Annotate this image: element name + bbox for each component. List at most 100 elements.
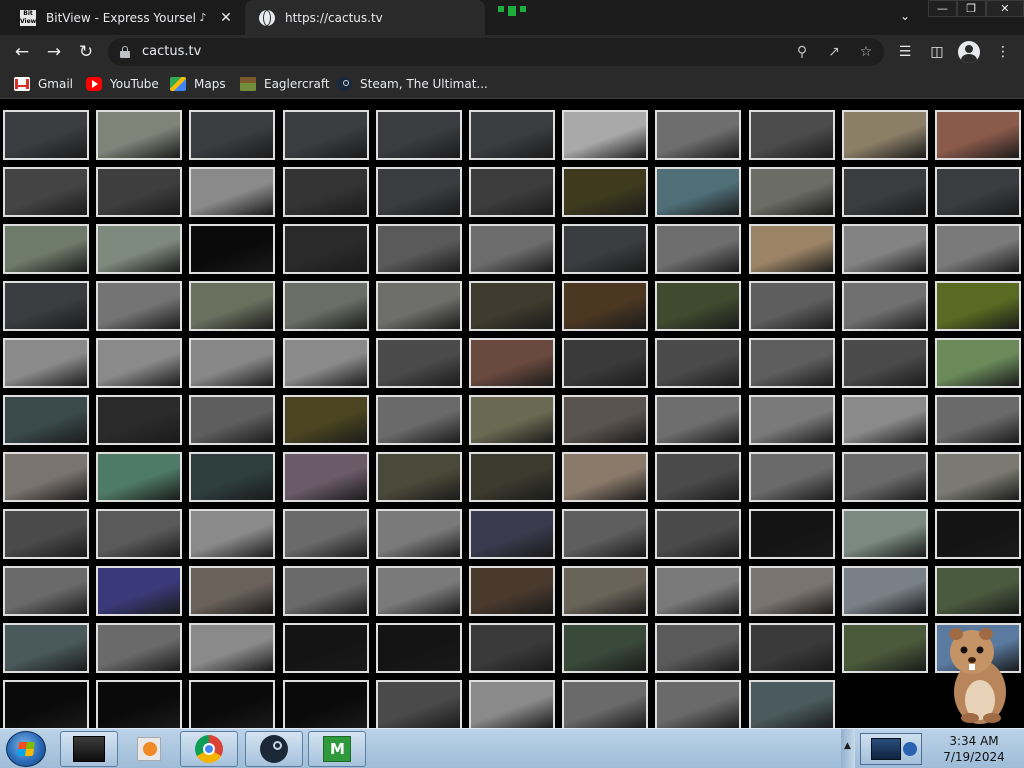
camera-tile[interactable]	[96, 338, 183, 388]
camera-tile[interactable]	[282, 224, 369, 274]
lock-icon[interactable]	[120, 46, 130, 58]
camera-tile[interactable]	[655, 452, 742, 502]
camera-tile[interactable]	[3, 680, 89, 730]
camera-tile[interactable]	[562, 452, 649, 502]
camera-tile[interactable]	[841, 452, 928, 502]
camera-tile[interactable]	[189, 110, 276, 160]
camera-tile[interactable]	[469, 509, 555, 559]
camera-tile[interactable]	[282, 509, 369, 559]
camera-tile[interactable]	[375, 281, 462, 331]
camera-tile[interactable]	[748, 680, 835, 730]
camera-tile[interactable]	[562, 623, 649, 673]
close-icon[interactable]: ✕	[217, 9, 235, 27]
forward-arrow-icon[interactable]: →	[42, 40, 66, 64]
tray-expand-icon[interactable]: ▲	[844, 741, 854, 753]
camera-tile[interactable]	[3, 509, 89, 559]
camera-tile[interactable]	[282, 110, 369, 160]
camera-tile[interactable]	[469, 167, 555, 217]
camera-tile[interactable]	[96, 623, 183, 673]
camera-tile[interactable]	[655, 167, 742, 217]
camera-tile[interactable]	[3, 338, 89, 388]
camera-tile[interactable]	[469, 452, 555, 502]
camera-tile[interactable]	[189, 623, 276, 673]
url-text[interactable]: cactus.tv	[142, 44, 201, 59]
camera-tile[interactable]	[935, 509, 1021, 559]
camera-tile[interactable]	[562, 338, 649, 388]
camera-tile[interactable]	[562, 110, 649, 160]
camera-tile[interactable]	[189, 395, 276, 445]
camera-tile[interactable]	[375, 224, 462, 274]
bookmark-maps[interactable]: Maps	[170, 75, 226, 93]
camera-tile[interactable]	[96, 509, 183, 559]
camera-tile[interactable]	[3, 110, 89, 160]
camera-tile[interactable]	[935, 110, 1021, 160]
profile-avatar-icon[interactable]	[958, 41, 980, 63]
taskbar-app-media[interactable]	[120, 731, 178, 767]
camera-tile[interactable]	[96, 395, 183, 445]
camera-tile[interactable]	[375, 338, 462, 388]
tab-search-chevron-down-icon[interactable]: ⌄	[895, 9, 915, 27]
camera-tile[interactable]	[469, 224, 555, 274]
camera-tile[interactable]	[841, 623, 928, 673]
camera-tile[interactable]	[655, 338, 742, 388]
camera-tile[interactable]	[655, 110, 742, 160]
camera-tile[interactable]	[375, 395, 462, 445]
camera-tile[interactable]	[748, 167, 835, 217]
camera-tile[interactable]	[282, 623, 369, 673]
window-close-icon[interactable]: ✕	[985, 0, 1024, 17]
camera-tile[interactable]	[282, 452, 369, 502]
camera-tile[interactable]	[189, 680, 276, 730]
camera-tile[interactable]	[841, 224, 928, 274]
camera-tile[interactable]	[562, 224, 649, 274]
camera-tile[interactable]	[375, 509, 462, 559]
camera-tile[interactable]	[189, 509, 276, 559]
camera-tile[interactable]	[562, 281, 649, 331]
star-icon[interactable]: ☆	[856, 42, 876, 62]
camera-tile[interactable]	[189, 281, 276, 331]
extension-icon[interactable]	[496, 4, 528, 18]
camera-tile[interactable]	[469, 623, 555, 673]
camera-tile[interactable]	[655, 566, 742, 616]
speaker-icon[interactable]: ♪	[195, 10, 211, 26]
camera-tile[interactable]	[282, 680, 369, 730]
taskbar-app-dark[interactable]	[60, 731, 118, 767]
camera-tile[interactable]	[189, 566, 276, 616]
camera-tile[interactable]	[562, 167, 649, 217]
camera-tile[interactable]	[841, 338, 928, 388]
camera-tile[interactable]	[3, 167, 89, 217]
taskbar-app-chrome[interactable]	[180, 731, 238, 767]
camera-tile[interactable]	[748, 452, 835, 502]
camera-tile[interactable]	[562, 509, 649, 559]
camera-tile[interactable]	[935, 338, 1021, 388]
bookmark-gmail[interactable]: Gmail	[14, 75, 73, 93]
camera-tile[interactable]	[841, 566, 928, 616]
camera-tile[interactable]	[562, 395, 649, 445]
camera-tile[interactable]	[469, 281, 555, 331]
camera-tile[interactable]	[655, 281, 742, 331]
camera-tile[interactable]	[748, 281, 835, 331]
camera-tile[interactable]	[282, 395, 369, 445]
camera-tile[interactable]	[3, 395, 89, 445]
camera-tile[interactable]	[748, 566, 835, 616]
camera-tile[interactable]	[655, 623, 742, 673]
camera-tile[interactable]	[655, 509, 742, 559]
camera-tile[interactable]	[748, 110, 835, 160]
camera-tile[interactable]	[841, 167, 928, 217]
camera-tile[interactable]	[748, 395, 835, 445]
reload-icon[interactable]: ↻	[74, 40, 98, 64]
camera-tile[interactable]	[841, 395, 928, 445]
camera-tile[interactable]	[96, 224, 183, 274]
camera-tile[interactable]	[375, 452, 462, 502]
camera-tile[interactable]	[562, 566, 649, 616]
share-icon[interactable]: ↗	[824, 42, 844, 62]
camera-tile[interactable]	[562, 680, 649, 730]
camera-tile[interactable]	[3, 623, 89, 673]
camera-tile[interactable]	[748, 224, 835, 274]
camera-tile[interactable]	[282, 167, 369, 217]
camera-tile[interactable]	[469, 110, 555, 160]
camera-tile[interactable]	[3, 224, 89, 274]
bookmark-eaglercraft[interactable]: Eaglercraft	[240, 75, 330, 93]
camera-tile[interactable]	[655, 680, 742, 730]
camera-tile[interactable]	[935, 167, 1021, 217]
camera-tile[interactable]	[935, 281, 1021, 331]
